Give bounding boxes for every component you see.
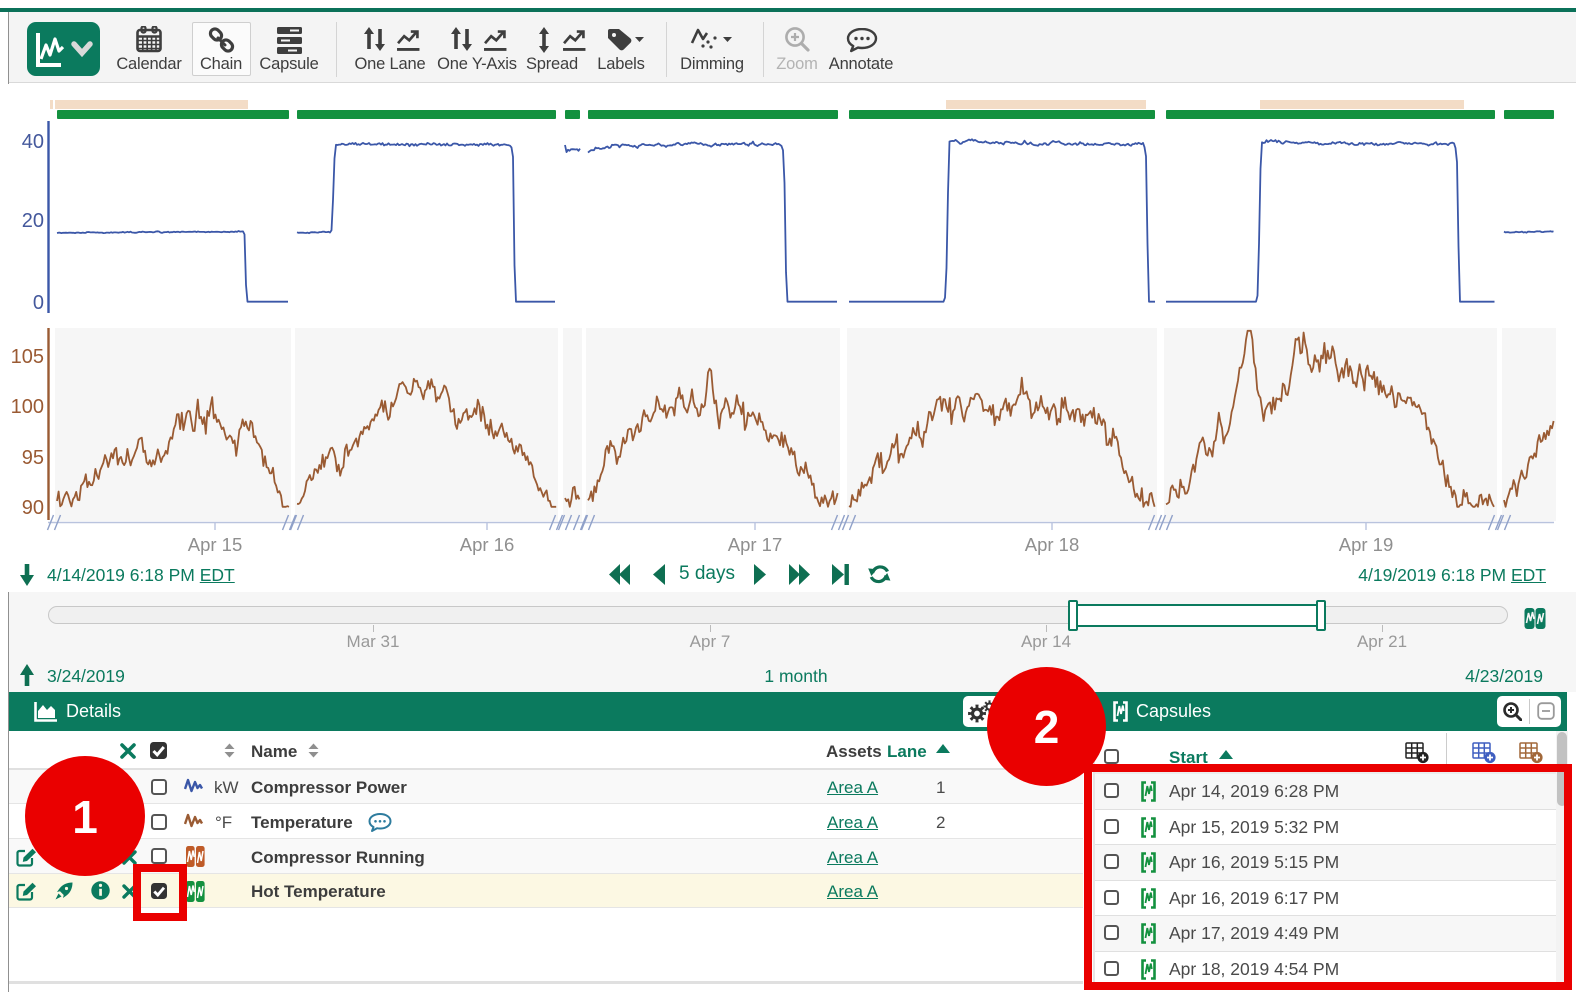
svg-text:105: 105	[11, 346, 44, 368]
svg-text:100: 100	[11, 396, 44, 418]
svg-text:0: 0	[33, 292, 44, 314]
svg-text:90: 90	[22, 497, 44, 519]
svg-text:Apr 15: Apr 15	[188, 534, 243, 555]
svg-text:20: 20	[22, 210, 44, 232]
svg-text:Apr 17: Apr 17	[728, 534, 783, 555]
svg-text:40: 40	[22, 131, 44, 153]
svg-text:Apr 18: Apr 18	[1025, 534, 1080, 555]
svg-text:Apr 16: Apr 16	[460, 534, 515, 555]
svg-text:Apr 19: Apr 19	[1339, 534, 1394, 555]
svg-text:95: 95	[22, 447, 44, 469]
